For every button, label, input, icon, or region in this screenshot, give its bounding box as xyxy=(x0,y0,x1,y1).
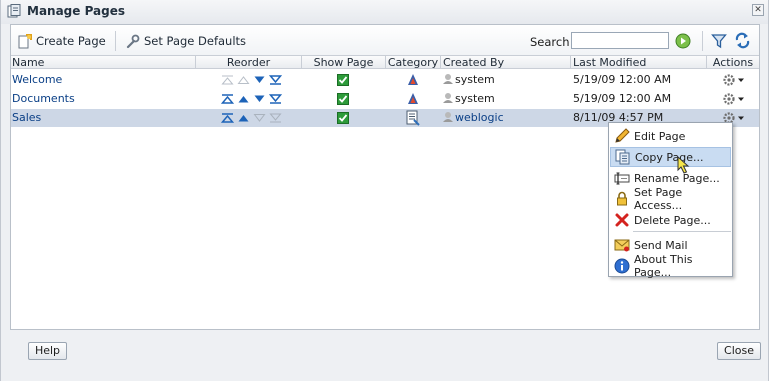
mail-icon xyxy=(614,239,630,252)
lock-icon xyxy=(617,191,627,206)
last-modified: 5/19/09 12:00 AM xyxy=(573,92,672,105)
move-up-icon[interactable] xyxy=(237,94,250,104)
column-reorder[interactable]: Reorder xyxy=(196,56,302,69)
menu-item-rename-page[interactable]: Rename Page... xyxy=(610,168,731,188)
table-row[interactable]: Documents system 5/19/09 12:00 AM xyxy=(11,90,759,108)
info-icon xyxy=(614,258,630,274)
rename-icon xyxy=(614,172,630,185)
toolbar: Create Page Set Page Defaults Search xyxy=(11,25,759,55)
go-search-icon[interactable] xyxy=(675,33,691,49)
menu-item-label: About This Page... xyxy=(634,253,693,279)
show-page-checkbox[interactable] xyxy=(337,112,349,124)
menu-item-label: Send Mail xyxy=(634,238,688,252)
created-by-user: system xyxy=(455,73,495,86)
mouse-cursor-icon xyxy=(677,156,690,174)
delete-icon xyxy=(615,213,629,227)
close-button[interactable]: Close xyxy=(717,342,761,360)
move-down-icon[interactable] xyxy=(253,94,266,104)
dialog-titlebar: Manage Pages ✕ xyxy=(1,0,768,24)
toolbar-divider xyxy=(115,31,116,51)
help-button[interactable]: Help xyxy=(28,342,67,360)
refresh-icon[interactable] xyxy=(734,32,751,49)
set-page-defaults-button[interactable]: Set Page Defaults xyxy=(125,33,246,49)
last-modified: 5/19/09 12:00 AM xyxy=(573,73,672,86)
reorder-controls xyxy=(221,90,282,108)
user-icon xyxy=(443,74,453,84)
move-bottom-icon[interactable] xyxy=(269,75,282,85)
page-name-link[interactable]: Sales xyxy=(12,109,41,127)
page-name-link[interactable]: Welcome xyxy=(12,71,62,89)
menu-item-label: Edit Page xyxy=(634,129,686,143)
menu-divider xyxy=(633,231,731,232)
copy-icon xyxy=(615,149,630,165)
toolbar-divider xyxy=(702,31,703,51)
show-page-checkbox[interactable] xyxy=(337,93,349,105)
move-up-icon[interactable] xyxy=(237,113,250,123)
show-page-checkbox[interactable] xyxy=(337,74,349,86)
page-name-link[interactable]: Documents xyxy=(12,90,75,108)
set-page-defaults-label: Set Page Defaults xyxy=(144,34,247,48)
user-icon xyxy=(443,93,453,103)
gear-icon xyxy=(723,93,744,105)
reorder-controls xyxy=(221,109,282,127)
menu-item-edit-page[interactable]: Edit Page xyxy=(610,126,731,146)
close-icon[interactable]: ✕ xyxy=(752,4,764,16)
created-by: system xyxy=(442,71,495,89)
move-bottom-icon xyxy=(269,113,282,123)
menu-item-about-page[interactable]: About This Page... xyxy=(610,253,731,279)
column-show-page[interactable]: Show Page xyxy=(302,56,386,69)
move-top-icon[interactable] xyxy=(221,113,234,123)
grid-header: Name Reorder Show Page Category Created … xyxy=(11,55,759,69)
move-down-icon[interactable] xyxy=(253,75,266,85)
user-icon xyxy=(443,112,453,122)
table-row[interactable]: Welcome system 5/19/09 12:00 AM xyxy=(11,71,759,89)
reorder-controls xyxy=(221,71,282,89)
menu-item-copy-page[interactable]: Copy Page... xyxy=(610,147,731,167)
create-page-button[interactable]: Create Page xyxy=(17,33,106,49)
dialog-title: Manage Pages xyxy=(27,4,126,18)
search-label: Search xyxy=(530,35,570,49)
move-down-icon xyxy=(253,114,266,122)
menu-item-set-page-access[interactable]: Set Page Access... xyxy=(610,186,731,212)
new-page-icon xyxy=(18,33,32,48)
category-system-icon xyxy=(408,74,418,85)
gear-icon xyxy=(723,74,744,86)
page-actions-menu: Edit Page Copy Page... Rename Page... Se… xyxy=(608,122,733,279)
search-input[interactable] xyxy=(571,32,669,49)
category-system-icon xyxy=(408,93,418,104)
created-by: system xyxy=(442,90,495,108)
category-custom-icon xyxy=(406,110,420,126)
move-up-icon xyxy=(237,76,250,84)
created-by: weblogic xyxy=(442,109,504,127)
move-bottom-icon[interactable] xyxy=(269,94,282,104)
move-top-icon[interactable] xyxy=(221,94,234,104)
column-created-by[interactable]: Created By xyxy=(441,56,571,69)
pencil-icon xyxy=(615,128,630,143)
menu-item-label: Delete Page... xyxy=(634,213,711,227)
filter-icon[interactable] xyxy=(711,33,727,49)
column-actions[interactable]: Actions xyxy=(707,56,759,69)
column-category[interactable]: Category xyxy=(386,56,441,69)
column-last-modified[interactable]: Last Modified xyxy=(571,56,707,69)
wrench-icon xyxy=(126,34,140,48)
row-actions-button[interactable] xyxy=(723,93,747,105)
menu-item-delete-page[interactable]: Delete Page... xyxy=(610,210,731,230)
created-by-user: system xyxy=(455,92,495,105)
menu-item-label: Set Page Access... xyxy=(634,186,683,212)
move-top-icon xyxy=(221,75,234,85)
menu-item-label: Copy Page... xyxy=(635,150,704,164)
row-actions-button[interactable] xyxy=(723,74,747,86)
menu-item-send-mail[interactable]: Send Mail xyxy=(610,235,731,255)
create-page-label: Create Page xyxy=(36,34,106,48)
pages-icon xyxy=(7,4,21,18)
column-name[interactable]: Name xyxy=(11,56,196,69)
created-by-user[interactable]: weblogic xyxy=(455,111,504,124)
